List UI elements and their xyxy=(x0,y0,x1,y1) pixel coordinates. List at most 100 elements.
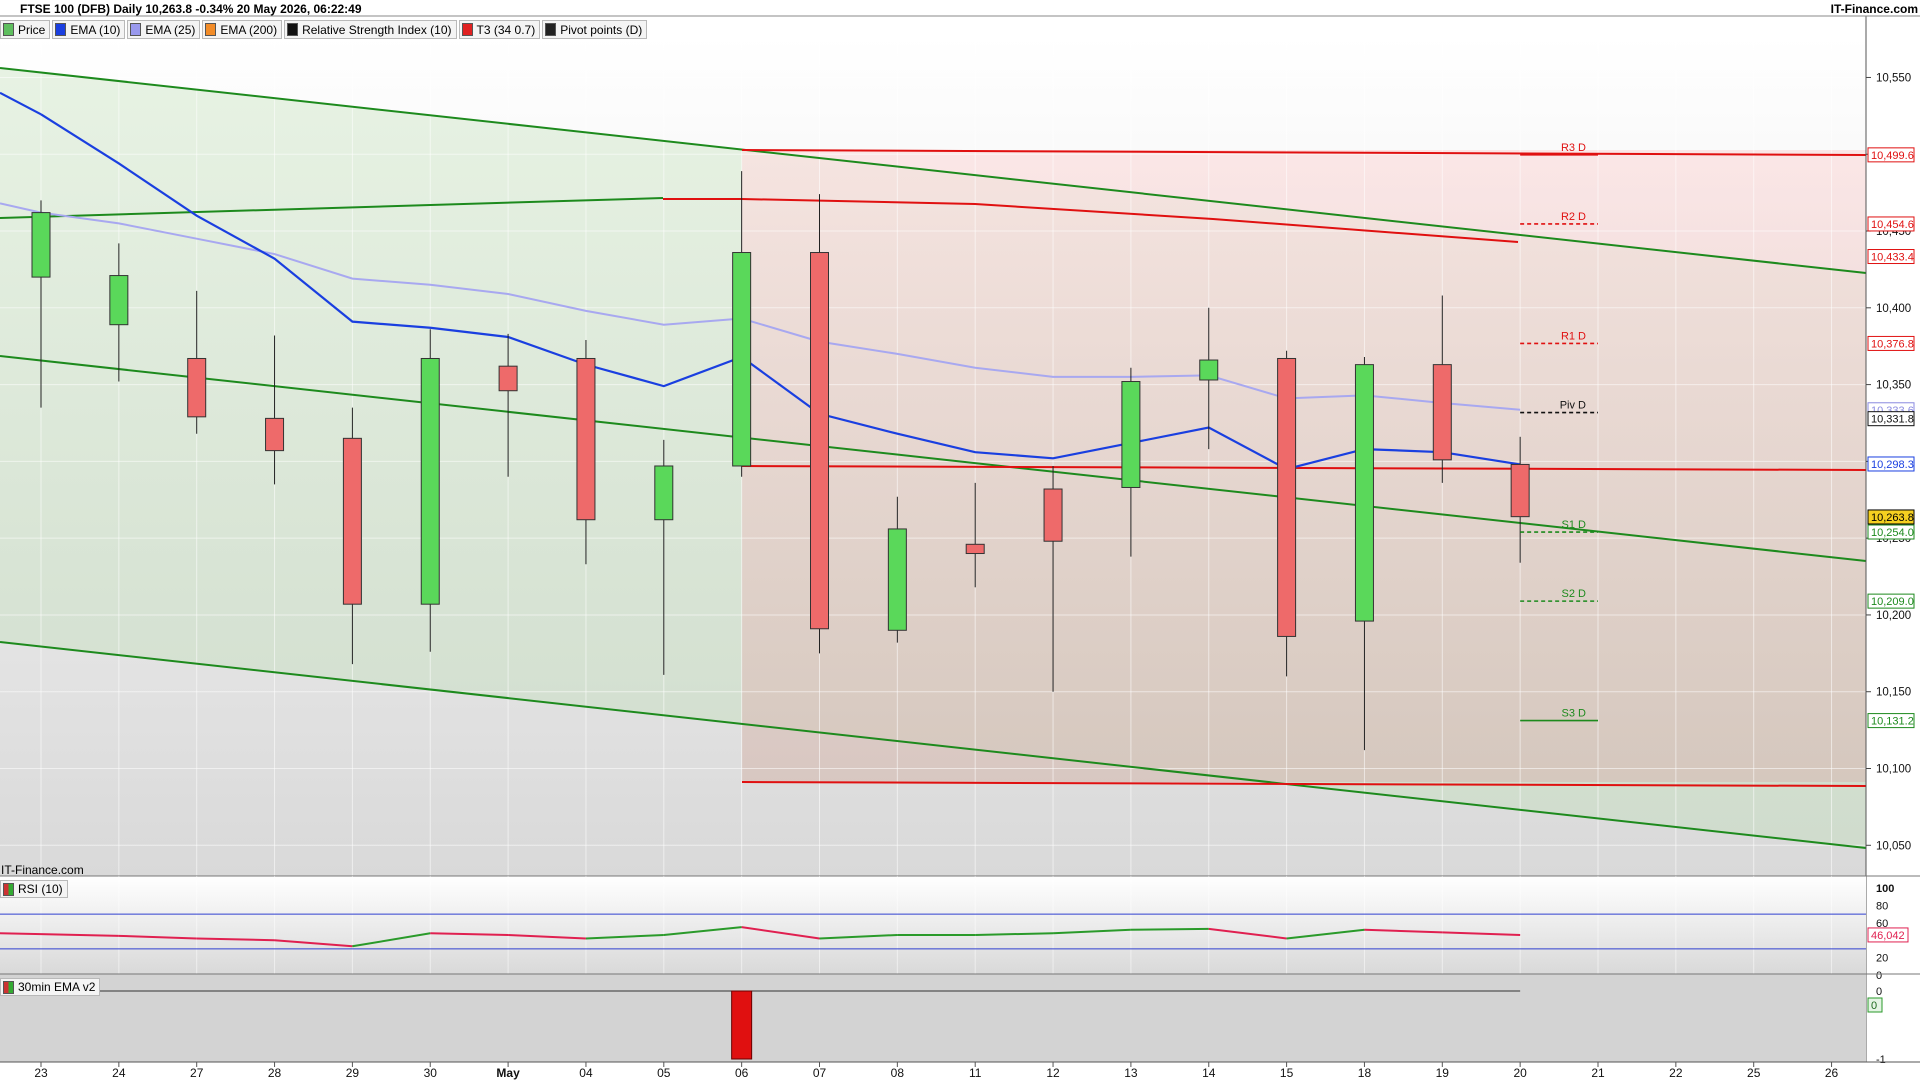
watermark: IT-Finance.com xyxy=(1,863,84,877)
pivot-label: S2 D xyxy=(1562,588,1587,600)
legend-item[interactable]: Relative Strength Index (10) xyxy=(284,20,457,39)
pivot-value-tag: 10,331.8 xyxy=(1871,414,1914,426)
candle-down xyxy=(1277,357,1297,637)
rsi-panel-background xyxy=(0,876,1866,974)
x-tick-label: 08 xyxy=(891,1066,905,1080)
y-tick-label: 10,200 xyxy=(1876,610,1911,622)
x-tick-label: 14 xyxy=(1202,1066,1216,1080)
ema30-panel-label: 30min EMA v2 xyxy=(18,980,96,994)
legend-item[interactable]: T3 (34 0.7) xyxy=(458,20,541,39)
legend-label: Pivot points (D) xyxy=(560,22,643,37)
price-value-tag: 10,263.8 xyxy=(1871,512,1914,524)
pivot-label: R1 D xyxy=(1561,330,1586,342)
legend-label: T3 (34 0.7) xyxy=(476,22,536,37)
legend-label: EMA (25) xyxy=(145,22,196,37)
ema30-panel-tag[interactable]: 30min EMA v2 xyxy=(0,978,101,996)
pivot-value-tag: 10,499.6 xyxy=(1871,150,1914,162)
x-tick-label: 07 xyxy=(813,1066,827,1080)
candle-down xyxy=(265,417,285,452)
x-tick-label: 06 xyxy=(735,1066,749,1080)
legend-label: Relative Strength Index (10) xyxy=(302,22,452,37)
legend-swatch-icon xyxy=(205,23,217,36)
candle-down xyxy=(576,357,596,521)
candle-up xyxy=(109,275,129,326)
x-tick-label: 12 xyxy=(1046,1066,1060,1080)
legend-item[interactable]: EMA (10) xyxy=(52,20,126,39)
x-tick-label: 20 xyxy=(1513,1066,1527,1080)
candle-up xyxy=(420,357,440,605)
legend-item[interactable]: EMA (25) xyxy=(127,20,201,39)
x-tick-label: 21 xyxy=(1591,1066,1605,1080)
x-tick-label: 19 xyxy=(1436,1066,1450,1080)
candle-down xyxy=(342,437,362,605)
legend-swatch-icon xyxy=(55,23,67,36)
legend-label: EMA (10) xyxy=(70,22,121,37)
legend-swatch-icon xyxy=(461,23,473,36)
pivot-label: S3 D xyxy=(1562,708,1587,720)
rsi-value-tag: 46,042 xyxy=(1871,930,1905,942)
y-tick-label: 10,350 xyxy=(1876,380,1911,392)
candle-down xyxy=(1510,463,1530,518)
pivot-label: Piv D xyxy=(1560,400,1586,412)
candle-down xyxy=(1043,488,1063,542)
y-tick-label: 10,100 xyxy=(1876,764,1911,776)
candle-up xyxy=(1199,359,1219,381)
legend-swatch-icon xyxy=(287,23,299,36)
x-tick-label: 04 xyxy=(579,1066,593,1080)
candle-down xyxy=(498,365,518,392)
candle-down xyxy=(1432,364,1452,461)
legend-swatch-icon xyxy=(545,23,557,36)
ema30-tick-label: 0 xyxy=(1876,986,1882,998)
pivot-label: S1 D xyxy=(1562,519,1587,531)
legend-item[interactable]: Pivot points (D) xyxy=(542,20,648,39)
pivot-value-tag: 10,254.0 xyxy=(1871,527,1914,539)
pivot-value-tag: 10,131.2 xyxy=(1871,716,1914,728)
legend-item[interactable]: Price xyxy=(0,20,51,39)
pivot-value-tag: 10,376.8 xyxy=(1871,338,1914,350)
x-tick-label: 22 xyxy=(1669,1066,1683,1080)
candle-up xyxy=(887,528,907,631)
x-tick-label: 13 xyxy=(1124,1066,1138,1080)
ema30-bar xyxy=(731,990,753,1060)
rsi-segment xyxy=(0,932,42,936)
rsi-panel-label: RSI (10) xyxy=(18,882,63,896)
pivot-value-tag: 10,209.0 xyxy=(1871,596,1914,608)
brand-label: IT-Finance.com xyxy=(1830,2,1918,16)
indicator-legend: Price EMA (10) EMA (25) EMA (200) Relative S… xyxy=(0,20,649,39)
ema30-tick-label: -1 xyxy=(1876,1054,1886,1066)
rsi-segment xyxy=(1130,927,1209,931)
candle-up xyxy=(654,465,674,521)
rsi-tick-label: 0 xyxy=(1876,970,1882,982)
pivot-value-tag: 10,454.6 xyxy=(1871,219,1914,231)
x-tick-label: 30 xyxy=(424,1066,438,1080)
legend-item[interactable]: EMA (200) xyxy=(202,20,283,39)
x-tick-label: 29 xyxy=(346,1066,360,1080)
rsi-tick-label: 100 xyxy=(1876,883,1894,895)
x-tick-label: May xyxy=(496,1066,520,1080)
rsi-panel-tag[interactable]: RSI (10) xyxy=(0,880,68,898)
rsi-tick-label: 20 xyxy=(1876,953,1888,965)
candle-up xyxy=(1354,364,1374,622)
x-tick-label: 05 xyxy=(657,1066,671,1080)
pivot-label: R2 D xyxy=(1561,211,1586,223)
x-tick-label: 11 xyxy=(969,1066,982,1080)
x-tick-label: 27 xyxy=(190,1066,204,1080)
ema30-panel-background xyxy=(0,974,1866,1062)
y-tick-label: 10,150 xyxy=(1876,687,1911,699)
price-value-tag: 10,298.3 xyxy=(1871,459,1914,471)
x-tick-label: 18 xyxy=(1358,1066,1372,1080)
ema30-value-tag: 0 xyxy=(1871,1000,1877,1012)
candle-up xyxy=(31,212,51,278)
legend-label: EMA (200) xyxy=(220,22,278,37)
rsi-tick-label: 80 xyxy=(1876,900,1888,912)
legend-swatch-icon xyxy=(130,23,142,36)
rsi-swatch-icon xyxy=(3,882,14,896)
candle-down xyxy=(187,357,207,418)
y-tick-label: 10,550 xyxy=(1876,72,1911,84)
candle-up xyxy=(1121,381,1141,488)
chart-canvas[interactable]: R3 D R2 D R1 D Piv D S1 D S2 D S3 D 10,050 10,10… xyxy=(0,0,1920,1080)
chart-title: FTSE 100 (DFB) Daily 10,263.8 -0.34% 20 … xyxy=(20,2,362,16)
legend-swatch-icon xyxy=(3,23,14,36)
ema30-swatch-icon xyxy=(3,980,14,994)
y-tick-label: 10,400 xyxy=(1876,303,1911,315)
